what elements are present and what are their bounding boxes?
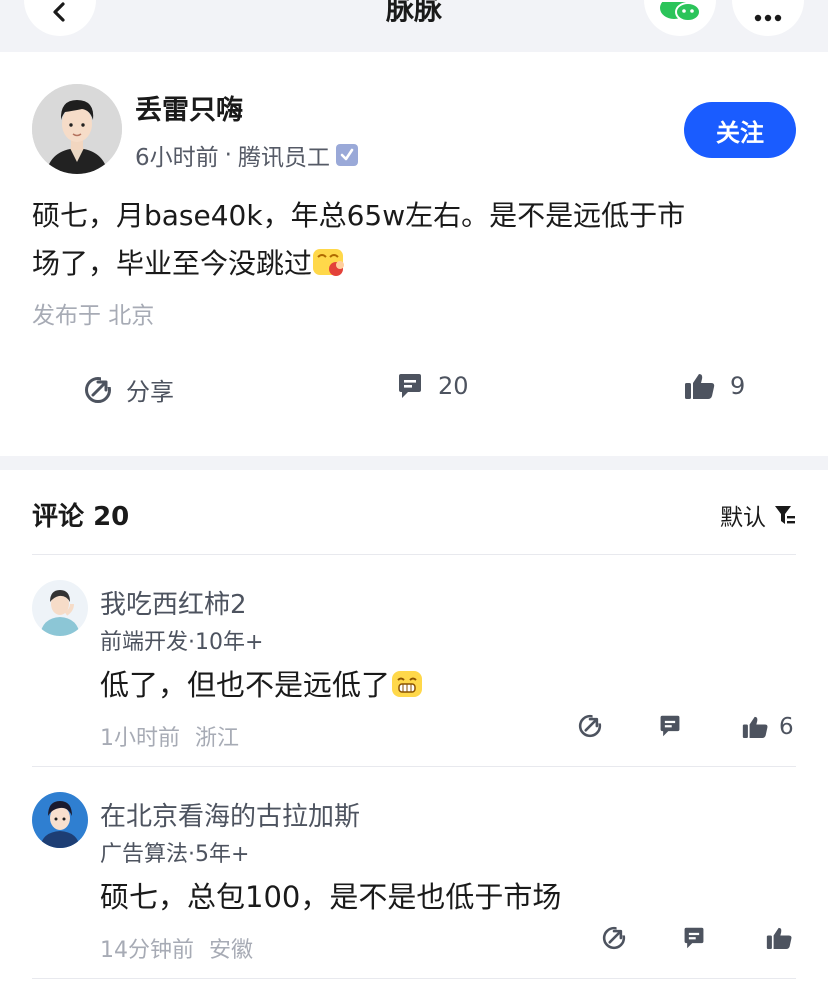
section-separator	[0, 456, 828, 470]
comments-header: 评论 20	[32, 496, 129, 533]
comment-icon	[684, 927, 704, 949]
comment-text: 低了，但也不是远低了	[100, 662, 424, 704]
post-time: 6小时前	[135, 145, 219, 171]
author-company: 腾讯员工	[237, 145, 330, 171]
comment-like-count: 6	[779, 714, 794, 740]
like-count: 9	[730, 372, 746, 400]
share-button[interactable]: 分享	[84, 372, 174, 407]
post-content-line-2: 场了，毕业至今没跳过	[32, 240, 802, 288]
wechat-share-button[interactable]	[644, 0, 716, 36]
commenter-meta: 广告算法·5年+	[100, 842, 250, 867]
comment-reply-button[interactable]	[682, 926, 706, 950]
comment-icon	[660, 715, 680, 737]
follow-button[interactable]: 关注	[684, 102, 796, 158]
share-label: 分享	[126, 378, 174, 406]
comment-item: 我吃西红柿2 前端开发·10年+ 低了，但也不是远低了 1小时前 浙江 6	[0, 580, 828, 760]
emoji-icon	[390, 669, 424, 699]
author-avatar[interactable]	[32, 84, 122, 174]
share-icon	[602, 926, 626, 950]
comment-button[interactable]: 20	[396, 372, 469, 400]
post-content: 硕七，月base40k，年总65w左右。是不是远低于市 场了，毕业至今没跳过	[32, 192, 802, 288]
comment-location: 浙江	[195, 726, 240, 751]
author-name[interactable]: 丢雷只嗨	[135, 88, 243, 127]
commenter-name[interactable]: 我吃西红柿2	[100, 584, 247, 621]
share-icon	[85, 375, 112, 403]
comment-location: 安徽	[209, 938, 254, 963]
comment-item: 在北京看海的古拉加斯 广告算法·5年+ 硕七，总包100，是不是也低于市场 14…	[0, 792, 828, 972]
commenter-avatar[interactable]	[32, 792, 88, 848]
filter-icon	[775, 506, 795, 524]
more-button[interactable]	[732, 0, 804, 36]
thumbs-up-icon	[742, 716, 768, 738]
comments-count: 20	[93, 502, 130, 532]
author-meta: 6小时前 · 腾讯员工	[135, 138, 358, 172]
comment-footer: 1小时前 浙江	[100, 720, 239, 752]
comment-text: 硕七，总包100，是不是也低于市场	[100, 880, 562, 914]
post-card: 丢雷只嗨 6小时前 · 腾讯员工 关注 硕七，月base40k，年总65w左右。…	[0, 52, 828, 456]
comment-like-button[interactable]	[766, 926, 793, 950]
post-location: 发布于 北京	[32, 303, 155, 329]
more-icon	[754, 14, 782, 22]
comment-time: 1小时前	[100, 726, 180, 751]
emoji-icon	[312, 244, 346, 276]
thumbs-up-icon	[685, 374, 715, 399]
comment-time: 14分钟前	[100, 938, 194, 963]
thumbs-up-icon	[766, 927, 792, 949]
comment-share-button[interactable]	[602, 926, 626, 950]
commenter-meta: 前端开发·10年+	[100, 630, 264, 655]
divider	[32, 978, 796, 979]
sort-button[interactable]: 默认	[720, 498, 796, 532]
comments-title: 评论	[32, 502, 85, 532]
comment-reply-button[interactable]	[658, 714, 682, 738]
divider	[32, 766, 796, 767]
post-content-line-2-text: 场了，毕业至今没跳过	[32, 247, 313, 280]
comment-footer: 14分钟前 安徽	[100, 932, 253, 964]
divider	[32, 554, 796, 555]
comment-icon	[399, 374, 421, 398]
wechat-icon	[660, 2, 701, 22]
comment-like-button[interactable]: 6	[742, 714, 794, 740]
top-nav-bar: 脉脉	[0, 0, 828, 52]
post-actions: 分享 20 9	[0, 372, 828, 418]
comment-share-button[interactable]	[578, 714, 602, 738]
comment-count: 20	[438, 372, 469, 400]
commenter-name[interactable]: 在北京看海的古拉加斯	[100, 796, 360, 833]
meta-separator: ·	[224, 142, 232, 168]
share-icon	[578, 714, 602, 738]
commenter-avatar[interactable]	[32, 580, 88, 636]
verified-icon	[335, 144, 358, 166]
sort-label: 默认	[720, 505, 766, 531]
like-button[interactable]: 9	[684, 372, 745, 400]
post-content-line-1: 硕七，月base40k，年总65w左右。是不是远低于市	[32, 199, 686, 232]
comment-text-content: 低了，但也不是远低了	[100, 668, 391, 702]
